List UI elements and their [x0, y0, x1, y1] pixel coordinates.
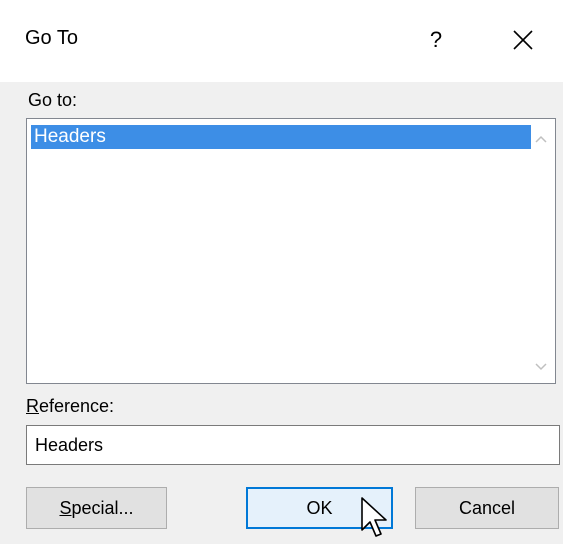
scroll-up-icon[interactable]	[531, 129, 551, 149]
go-to-listbox[interactable]: Headers	[26, 118, 556, 384]
list-item-headers[interactable]: Headers	[31, 125, 531, 149]
special-button[interactable]: Special...	[26, 487, 167, 529]
special-accel: S	[59, 498, 72, 518]
mouse-cursor-icon	[361, 497, 387, 537]
close-button[interactable]	[505, 20, 541, 58]
title-bar: Go To ?	[0, 0, 563, 82]
scroll-down-icon[interactable]	[531, 357, 551, 377]
dialog-title: Go To	[25, 27, 78, 49]
close-icon	[513, 30, 533, 50]
cancel-button[interactable]: Cancel	[415, 487, 559, 529]
reference-accel: R	[26, 396, 39, 416]
help-button[interactable]: ?	[418, 22, 454, 58]
reference-label: Reference:	[26, 396, 114, 417]
go-to-label: Go to:	[28, 90, 78, 110]
reference-label-text: eference:	[39, 396, 115, 416]
special-label-text: pecial...	[71, 498, 134, 518]
reference-input[interactable]	[26, 425, 560, 465]
go-to-dialog: Go To ? Go to: Headers Reference: Specia…	[0, 0, 563, 544]
